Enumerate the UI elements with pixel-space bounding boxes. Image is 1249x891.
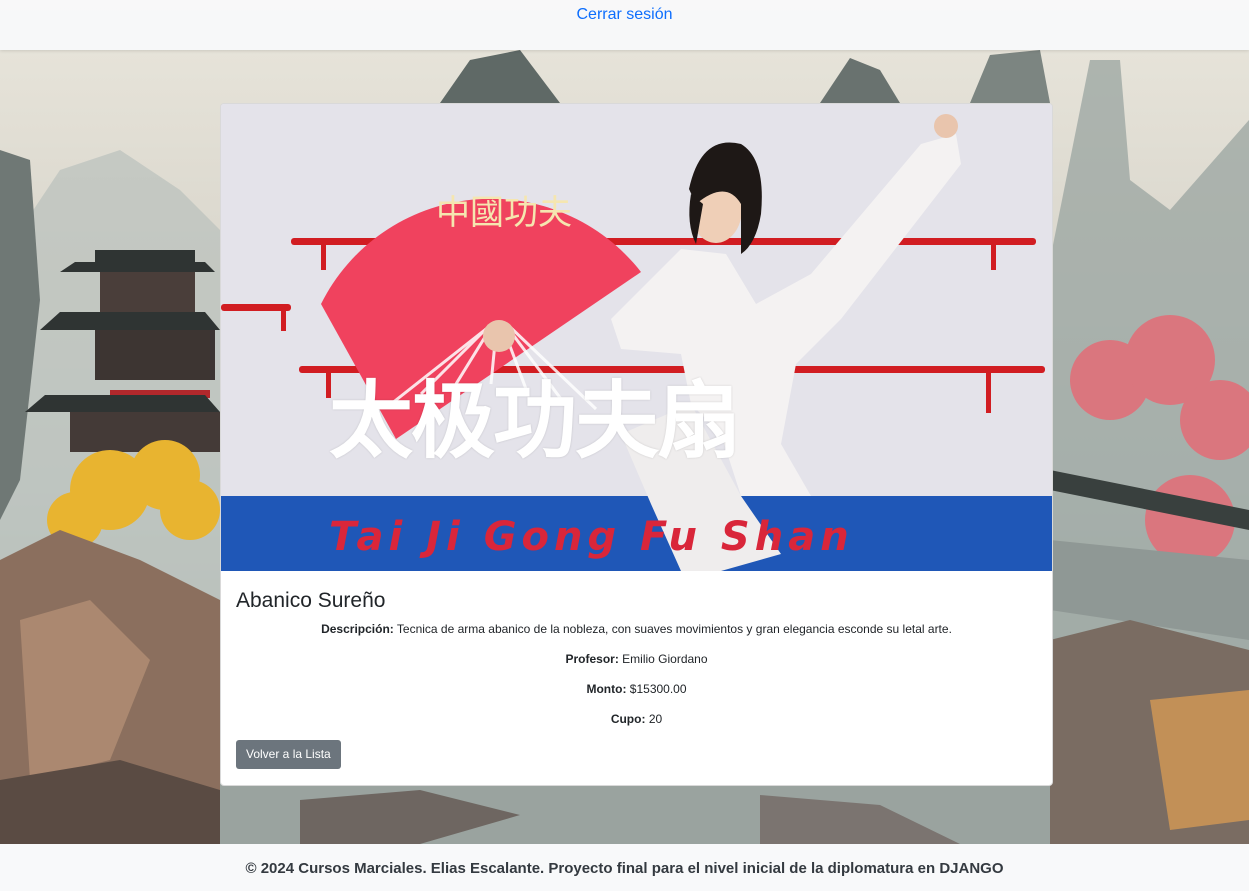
back-to-list-button[interactable]: Volver a la Lista [236, 740, 341, 769]
teacher-line: Profesor: Emilio Giordano [236, 651, 1037, 667]
description-line: Descripción: Tecnica de arma abanico de … [236, 621, 1037, 637]
top-navbar: Cerrar sesión [0, 0, 1249, 50]
teacher-label: Profesor: [565, 652, 619, 666]
quota-line: Cupo: 20 [236, 711, 1037, 727]
footer-copyright: © 2024 Cursos Marciales. Elias Escalante… [245, 860, 1004, 877]
price-line: Monto: $15300.00 [236, 681, 1037, 697]
quota-value: 20 [648, 712, 663, 726]
quota-label: Cupo: [610, 712, 646, 726]
course-image: 中國功夫 太极功夫扇 Tai Ji Gong Fu Shan [221, 104, 1052, 571]
price-label: Monto: [586, 682, 627, 696]
course-title: Abanico Sureño [236, 589, 386, 612]
description-label: Descripción: [321, 622, 394, 636]
card-body: Abanico Sureño Descripción: Tecnica de a… [221, 588, 1052, 769]
image-subtitle-overlay: Tai Ji Gong Fu Shan [329, 514, 854, 560]
footer: © 2024 Cursos Marciales. Elias Escalante… [0, 844, 1249, 891]
teacher-value: Emilio Giordano [622, 652, 708, 666]
image-title-overlay: 太极功夫扇 [329, 372, 741, 470]
course-detail-card: 中國功夫 太极功夫扇 Tai Ji Gong Fu Shan Abanico S… [220, 103, 1053, 786]
fan-calligraphy: 中國功夫 [436, 193, 572, 233]
logout-link[interactable]: Cerrar sesión [0, 6, 1249, 24]
price-value: $15300.00 [629, 682, 687, 696]
tai-chi-fan-photo-icon: 中國功夫 [221, 104, 1052, 571]
description-value: Tecnica de arma abanico de la nobleza, c… [396, 622, 952, 636]
